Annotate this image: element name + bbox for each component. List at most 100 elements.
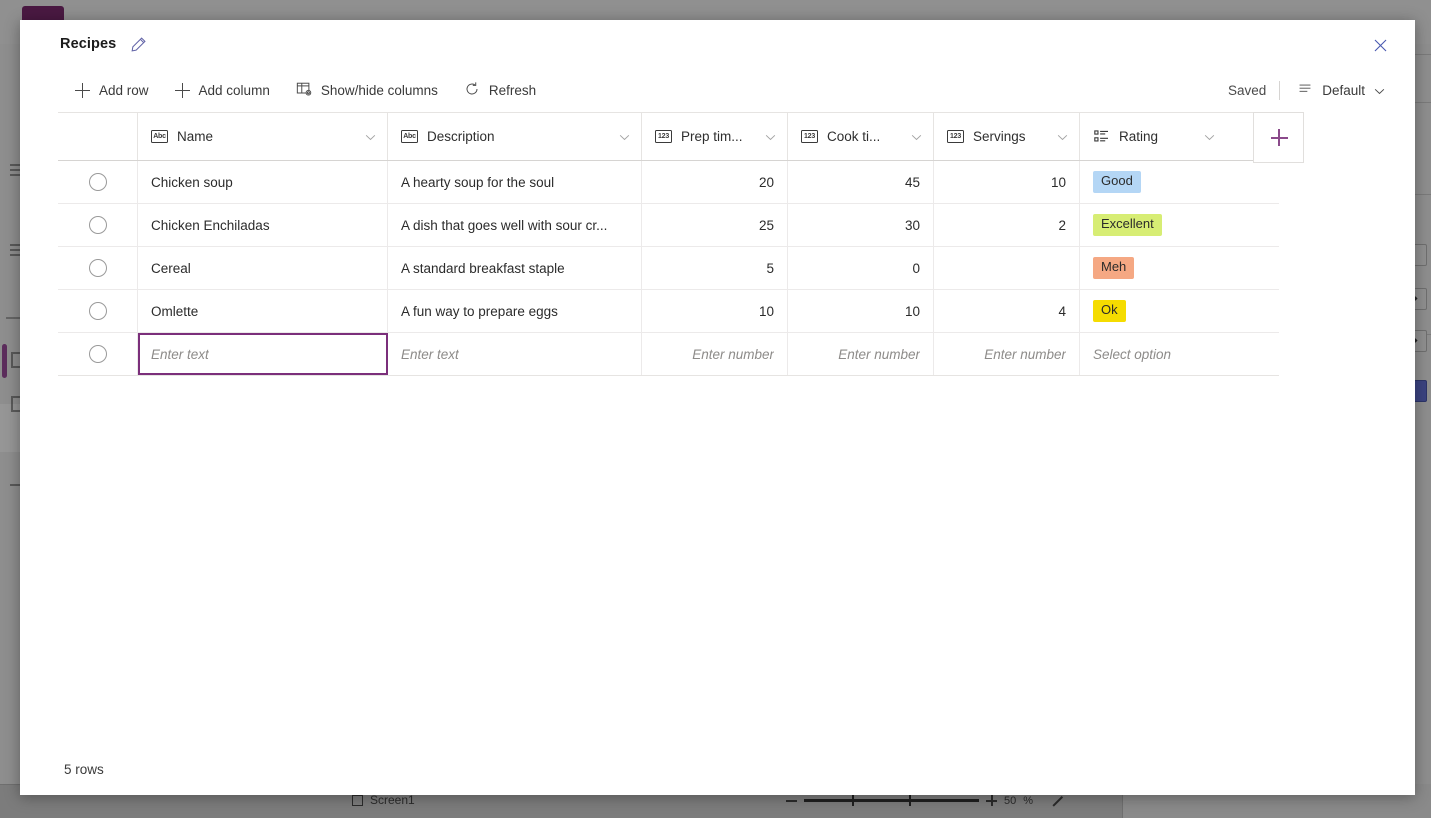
row-select-cell[interactable]: [58, 161, 138, 203]
zoom-slider-mark: [909, 795, 911, 806]
column-header-description[interactable]: Abc Description: [388, 113, 642, 160]
cell-description[interactable]: A hearty soup for the soul: [388, 161, 642, 203]
cell-value: 30: [905, 218, 920, 233]
cell-description[interactable]: A fun way to prepare eggs: [388, 290, 642, 332]
new-row-cook-time-input[interactable]: Enter number: [788, 333, 934, 375]
cell-value: A standard breakfast staple: [401, 261, 565, 276]
cell-cook-time[interactable]: 45: [788, 161, 934, 203]
cell-servings[interactable]: 10: [934, 161, 1080, 203]
table-row[interactable]: Omlette A fun way to prepare eggs 10 10 …: [58, 290, 1279, 333]
cell-description[interactable]: A standard breakfast staple: [388, 247, 642, 289]
background-rail-selection-indicator: [2, 344, 7, 378]
chevron-down-icon[interactable]: [911, 129, 922, 144]
cell-name[interactable]: Omlette: [138, 290, 388, 332]
background-screen-selector[interactable]: Screen1: [352, 793, 415, 807]
column-header-label: Cook ti...: [827, 129, 880, 144]
cell-value: 10: [759, 304, 774, 319]
show-hide-columns-label: Show/hide columns: [321, 83, 438, 98]
cell-name[interactable]: Chicken soup: [138, 161, 388, 203]
cell-servings[interactable]: 2: [934, 204, 1080, 246]
chevron-down-icon[interactable]: [1057, 129, 1068, 144]
cell-value: 5: [766, 261, 774, 276]
zoom-slider-track[interactable]: [804, 799, 979, 802]
cell-rating[interactable]: Meh: [1080, 247, 1226, 289]
new-row-rating-select[interactable]: Select option: [1080, 333, 1226, 375]
row-select-radio[interactable]: [89, 302, 107, 320]
cell-description[interactable]: A dish that goes well with sour cr...: [388, 204, 642, 246]
cell-rating[interactable]: Excellent: [1080, 204, 1226, 246]
row-select-cell[interactable]: [58, 247, 138, 289]
add-column-label: Add column: [199, 83, 270, 98]
cell-prep-time[interactable]: 10: [642, 290, 788, 332]
save-status: Saved: [1228, 83, 1279, 98]
add-row-button[interactable]: Add row: [64, 74, 160, 106]
new-row-name-input[interactable]: Enter text: [138, 333, 388, 375]
row-select-cell[interactable]: [58, 204, 138, 246]
new-row-servings-input[interactable]: Enter number: [934, 333, 1080, 375]
table-row[interactable]: Cereal A standard breakfast staple 5 0 M…: [58, 247, 1279, 290]
row-select-radio[interactable]: [89, 173, 107, 191]
cell-name[interactable]: Chicken Enchiladas: [138, 204, 388, 246]
fit-to-screen-icon[interactable]: [1052, 794, 1065, 807]
background-zoom-control[interactable]: 50 %: [786, 794, 1065, 807]
cell-rating[interactable]: Good: [1080, 161, 1226, 203]
cell-prep-time[interactable]: 25: [642, 204, 788, 246]
cell-name[interactable]: Cereal: [138, 247, 388, 289]
row-select-radio[interactable]: [89, 345, 107, 363]
123-icon: 123: [655, 130, 672, 143]
refresh-button[interactable]: Refresh: [453, 74, 547, 106]
column-header-label: Name: [177, 129, 213, 144]
column-header-servings[interactable]: 123 Servings: [934, 113, 1080, 160]
cell-rating[interactable]: Ok: [1080, 290, 1226, 332]
select-all-header-cell[interactable]: [58, 113, 138, 160]
zoom-unit: %: [1023, 795, 1033, 807]
cell-prep-time[interactable]: 20: [642, 161, 788, 203]
zoom-slider-thumb[interactable]: [852, 795, 854, 806]
row-select-cell[interactable]: [58, 290, 138, 332]
cell-servings[interactable]: 4: [934, 290, 1080, 332]
placeholder-text: Enter number: [984, 347, 1066, 362]
add-column-button[interactable]: Add column: [164, 74, 281, 106]
view-selector-button[interactable]: Default: [1284, 74, 1395, 106]
column-header-label: Prep tim...: [681, 129, 743, 144]
status-badge: Excellent: [1093, 214, 1162, 236]
show-hide-columns-button[interactable]: Show/hide columns: [285, 74, 449, 106]
row-select-radio[interactable]: [89, 259, 107, 277]
table-row[interactable]: Chicken soup A hearty soup for the soul …: [58, 161, 1279, 204]
123-icon: 123: [801, 130, 818, 143]
cell-cook-time[interactable]: 10: [788, 290, 934, 332]
new-row-description-input[interactable]: Enter text: [388, 333, 642, 375]
close-icon[interactable]: [1359, 28, 1401, 62]
column-header-prep-time[interactable]: 123 Prep tim...: [642, 113, 788, 160]
cell-cook-time[interactable]: 0: [788, 247, 934, 289]
column-header-name[interactable]: Abc Name: [138, 113, 388, 160]
cell-prep-time[interactable]: 5: [642, 247, 788, 289]
placeholder-text: Select option: [1093, 347, 1171, 362]
add-column-grid-button[interactable]: [1253, 112, 1304, 163]
column-header-rating[interactable]: Rating: [1080, 113, 1226, 160]
column-header-cook-time[interactable]: 123 Cook ti...: [788, 113, 934, 160]
row-select-radio[interactable]: [89, 216, 107, 234]
row-select-cell[interactable]: [58, 333, 138, 375]
cell-value: 10: [905, 304, 920, 319]
new-row[interactable]: Enter text Enter text Enter number Enter…: [58, 333, 1279, 376]
zoom-out-icon[interactable]: [786, 800, 797, 802]
new-row-prep-time-input[interactable]: Enter number: [642, 333, 788, 375]
zoom-in-icon[interactable]: [986, 795, 997, 806]
cell-cook-time[interactable]: 30: [788, 204, 934, 246]
cell-servings[interactable]: [934, 247, 1080, 289]
screen-icon: [352, 795, 363, 806]
chevron-down-icon[interactable]: [365, 129, 376, 144]
chevron-down-icon[interactable]: [1204, 129, 1215, 144]
cell-value: 0: [912, 261, 920, 276]
cell-value: Cereal: [151, 261, 191, 276]
plus-icon: [1271, 129, 1286, 146]
chevron-down-icon[interactable]: [765, 129, 776, 144]
data-grid: Abc Name Abc Description 123 Prep tim...: [58, 112, 1279, 376]
chevron-down-icon[interactable]: [619, 129, 630, 144]
pencil-icon[interactable]: [130, 36, 147, 53]
column-header-label: Description: [427, 129, 495, 144]
table-row[interactable]: Chicken Enchiladas A dish that goes well…: [58, 204, 1279, 247]
refresh-label: Refresh: [489, 83, 536, 98]
cell-value: 45: [905, 175, 920, 190]
